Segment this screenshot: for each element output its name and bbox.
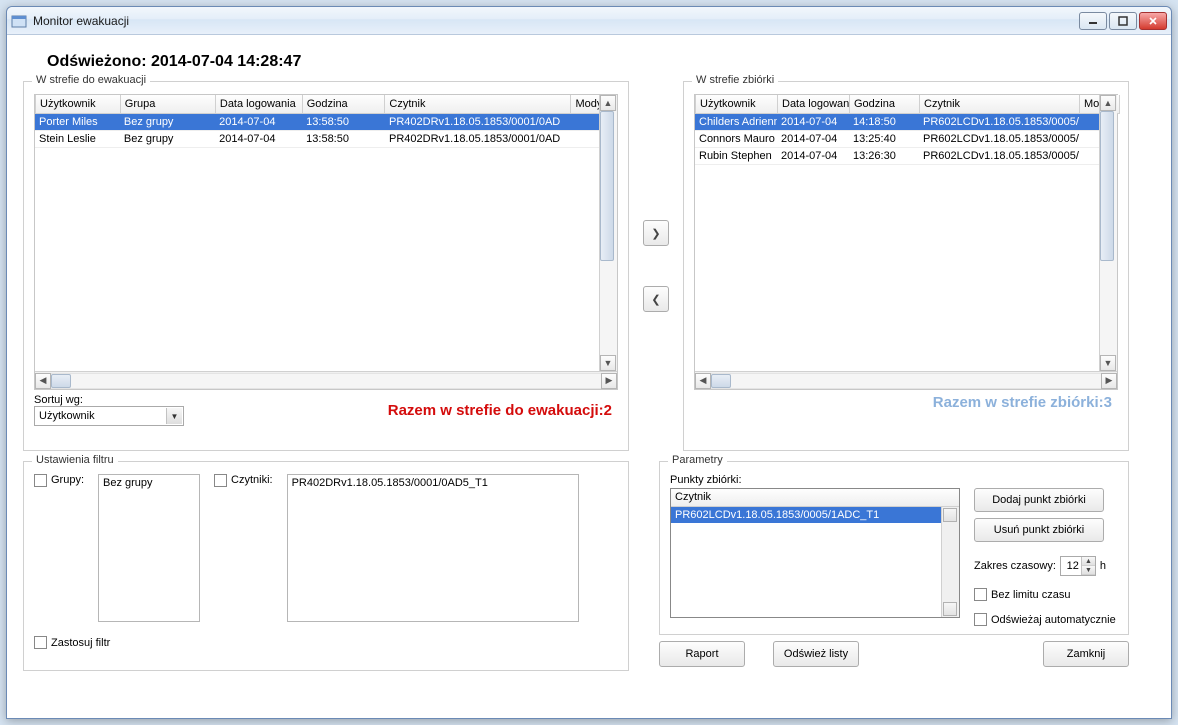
app-icon xyxy=(11,13,27,29)
minimize-button[interactable] xyxy=(1079,12,1107,30)
sort-combo[interactable]: Użytkownik ▼ xyxy=(34,406,184,426)
list-item[interactable]: Bez grupy xyxy=(99,475,199,491)
table-row[interactable]: Porter Miles Bez grupy 2014-07-04 13:58:… xyxy=(35,114,617,131)
params-group: Parametry Punkty zbiórki: Czytnik PR602L… xyxy=(659,461,1129,635)
range-unit: h xyxy=(1100,560,1106,572)
col-header[interactable]: Godzina xyxy=(850,95,920,113)
range-label: Zakres czasowy: xyxy=(974,560,1056,572)
spin-down-icon[interactable]: ▼ xyxy=(1082,566,1095,575)
content: Odświeżono: 2014-07-04 14:28:47 W strefi… xyxy=(7,35,1171,683)
table-row[interactable]: Childers Adrienn 2014-07-04 14:18:50 PR6… xyxy=(695,114,1117,131)
no-limit-checkbox[interactable] xyxy=(974,588,987,601)
scroll-down-icon[interactable]: ▼ xyxy=(600,355,616,371)
col-header[interactable]: Grupa xyxy=(120,95,215,113)
readers-listbox[interactable]: PR402DRv1.18.05.1853/0001/0AD5_T1 xyxy=(287,474,579,622)
gather-zone-legend: W strefie zbiórki xyxy=(692,74,778,86)
col-header[interactable]: Data logowania xyxy=(215,95,302,113)
filter-legend: Ustawienia filtru xyxy=(32,454,118,466)
close-dialog-button[interactable]: Zamknij xyxy=(1043,641,1129,667)
scroll-up-icon[interactable]: ▲ xyxy=(1100,95,1116,111)
range-input[interactable] xyxy=(1061,560,1081,572)
refresh-button[interactable]: Odśwież listy xyxy=(773,641,859,667)
evac-table[interactable]: Użytkownik Grupa Data logowania Godzina … xyxy=(34,94,618,390)
scroll-right-icon[interactable]: ▶ xyxy=(601,373,617,389)
maximize-button[interactable] xyxy=(1109,12,1137,30)
close-button[interactable] xyxy=(1139,12,1167,30)
evac-total: Razem w strefie do ewakuacji:2 xyxy=(184,402,618,419)
table-row[interactable]: Rubin Stephen 2014-07-04 13:26:30 PR602L… xyxy=(695,148,1117,165)
report-button[interactable]: Raport xyxy=(659,641,745,667)
vertical-scrollbar[interactable]: ▲ ▼ xyxy=(599,95,617,371)
col-header[interactable]: Użytkownik xyxy=(696,95,778,113)
vertical-scrollbar[interactable] xyxy=(941,507,959,617)
range-spinner[interactable]: ▲▼ xyxy=(1060,556,1096,576)
apply-filter-label: Zastosuj filtr xyxy=(51,637,110,649)
window-title: Monitor ewakuacji xyxy=(33,14,1077,28)
auto-refresh-checkbox[interactable] xyxy=(974,613,987,626)
scroll-right-icon[interactable]: ▶ xyxy=(1101,373,1117,389)
points-listbox[interactable]: Czytnik PR602LCDv1.18.05.1853/0005/1ADC_… xyxy=(670,488,960,618)
table-row[interactable]: Stein Leslie Bez grupy 2014-07-04 13:58:… xyxy=(35,131,617,148)
points-header[interactable]: Czytnik xyxy=(671,489,959,507)
no-limit-label: Bez limitu czasu xyxy=(991,589,1070,601)
sort-label: Sortuj wg: xyxy=(34,394,178,406)
col-header[interactable]: Godzina xyxy=(302,95,385,113)
horizontal-scrollbar[interactable]: ◀ ▶ xyxy=(35,371,617,389)
refresh-timestamp: Odświeżono: 2014-07-04 14:28:47 xyxy=(47,53,1155,71)
scroll-down-icon[interactable]: ▼ xyxy=(1100,355,1116,371)
sort-value: Użytkownik xyxy=(39,410,95,422)
groups-listbox[interactable]: Bez grupy xyxy=(98,474,200,622)
move-left-button[interactable]: ❮ xyxy=(643,286,669,312)
add-point-button[interactable]: Dodaj punkt zbiórki xyxy=(974,488,1104,512)
col-header[interactable]: Użytkownik xyxy=(36,95,121,113)
chevron-down-icon[interactable]: ▼ xyxy=(166,408,182,424)
evac-zone-legend: W strefie do ewakuacji xyxy=(32,74,150,86)
groups-label: Grupy: xyxy=(51,474,84,486)
scroll-left-icon[interactable]: ◀ xyxy=(695,373,711,389)
app-window: Monitor ewakuacji Odświeżono: 2014-07-04… xyxy=(6,6,1172,719)
vertical-scrollbar[interactable]: ▲ ▼ xyxy=(1099,95,1117,371)
points-label: Punkty zbiórki: xyxy=(670,474,1118,486)
table-row[interactable]: Connors Mauro 2014-07-04 13:25:40 PR602L… xyxy=(695,131,1117,148)
gather-total: Razem w strefie zbiórki:3 xyxy=(694,394,1118,411)
col-header[interactable]: Czytnik xyxy=(920,95,1080,113)
readers-checkbox[interactable] xyxy=(214,474,227,487)
filter-group: Ustawienia filtru Grupy: Bez grupy Czytn… xyxy=(23,461,629,671)
list-item[interactable]: PR602LCDv1.18.05.1853/0005/1ADC_T1 xyxy=(671,507,959,523)
spin-up-icon[interactable]: ▲ xyxy=(1082,557,1095,566)
readers-label: Czytniki: xyxy=(231,474,273,486)
auto-refresh-label: Odświeżaj automatycznie xyxy=(991,614,1116,626)
scroll-down-icon[interactable] xyxy=(943,602,957,616)
col-header[interactable]: Czytnik xyxy=(385,95,571,113)
gather-zone-group: W strefie zbiórki Użytkownik Data logowa… xyxy=(683,81,1129,451)
list-item[interactable]: PR402DRv1.18.05.1853/0001/0AD5_T1 xyxy=(288,475,578,491)
apply-filter-checkbox[interactable] xyxy=(34,636,47,649)
scroll-up-icon[interactable] xyxy=(943,508,957,522)
col-header[interactable]: Data logowan xyxy=(778,95,850,113)
params-legend: Parametry xyxy=(668,454,727,466)
gather-table[interactable]: Użytkownik Data logowan Godzina Czytnik … xyxy=(694,94,1118,390)
move-right-button[interactable]: ❯ xyxy=(643,220,669,246)
transfer-buttons: ❯ ❮ xyxy=(629,81,683,451)
evac-zone-group: W strefie do ewakuacji Użytkownik Grupa … xyxy=(23,81,629,451)
scroll-up-icon[interactable]: ▲ xyxy=(600,95,616,111)
scroll-left-icon[interactable]: ◀ xyxy=(35,373,51,389)
titlebar[interactable]: Monitor ewakuacji xyxy=(7,7,1171,35)
remove-point-button[interactable]: Usuń punkt zbiórki xyxy=(974,518,1104,542)
groups-checkbox[interactable] xyxy=(34,474,47,487)
horizontal-scrollbar[interactable]: ◀ ▶ xyxy=(695,371,1117,389)
